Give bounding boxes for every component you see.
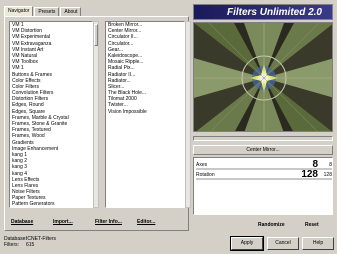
filter-item[interactable]: Vision Impossible [106, 109, 184, 115]
database-button[interactable]: Database [11, 217, 33, 227]
help-button[interactable]: Help [302, 237, 334, 250]
filters-unlimited-logo: Filters Unlimited 2.0 [193, 4, 333, 20]
tab-navigator[interactable]: Navigator [4, 6, 34, 16]
filter-list[interactable]: Broken Mirror... Center Mirror... Circulat… [105, 21, 185, 208]
status-area: Database:ICNET-Filters Filters: 615 [4, 236, 56, 248]
category-item[interactable]: Pattern Generators [10, 201, 92, 207]
randomize-button[interactable]: Randomize [258, 220, 285, 230]
progress-bar [193, 136, 333, 141]
filter-info-button[interactable]: Filter Info... [95, 217, 122, 227]
preview-image [193, 22, 333, 132]
category-scrollbar[interactable] [93, 21, 99, 208]
editor-button[interactable]: Editor... [137, 217, 155, 227]
kaleidoscope-preview [194, 23, 332, 131]
filters-count: 615 [26, 242, 35, 248]
tab-about[interactable]: About [60, 7, 82, 16]
param-slider[interactable] [196, 178, 332, 180]
tab-bar: Navigator Presets About [4, 6, 82, 16]
apply-button[interactable]: Apply [230, 236, 264, 251]
filters-label: Filters: [4, 242, 19, 248]
tab-presets[interactable]: Presets [34, 7, 60, 16]
cancel-button[interactable]: Cancel [267, 237, 299, 250]
scroll-thumb[interactable] [94, 24, 98, 46]
selected-filter-button[interactable]: Center Mirror... [193, 145, 333, 155]
filter-scrollbar[interactable] [185, 21, 191, 208]
reset-button[interactable]: Reset [305, 220, 319, 230]
category-list[interactable]: VM 1 VM Distortion VM Experimental VM Extra… [9, 21, 93, 208]
import-button[interactable]: Import... [53, 217, 73, 227]
parameters-panel: Axes 8 8 Rotation 128 128 [193, 157, 333, 215]
navigator-panel: VM 1 VM Distortion VM Experimental VM Extra… [4, 16, 191, 231]
param-rotation: Rotation 128 128 [196, 169, 332, 180]
